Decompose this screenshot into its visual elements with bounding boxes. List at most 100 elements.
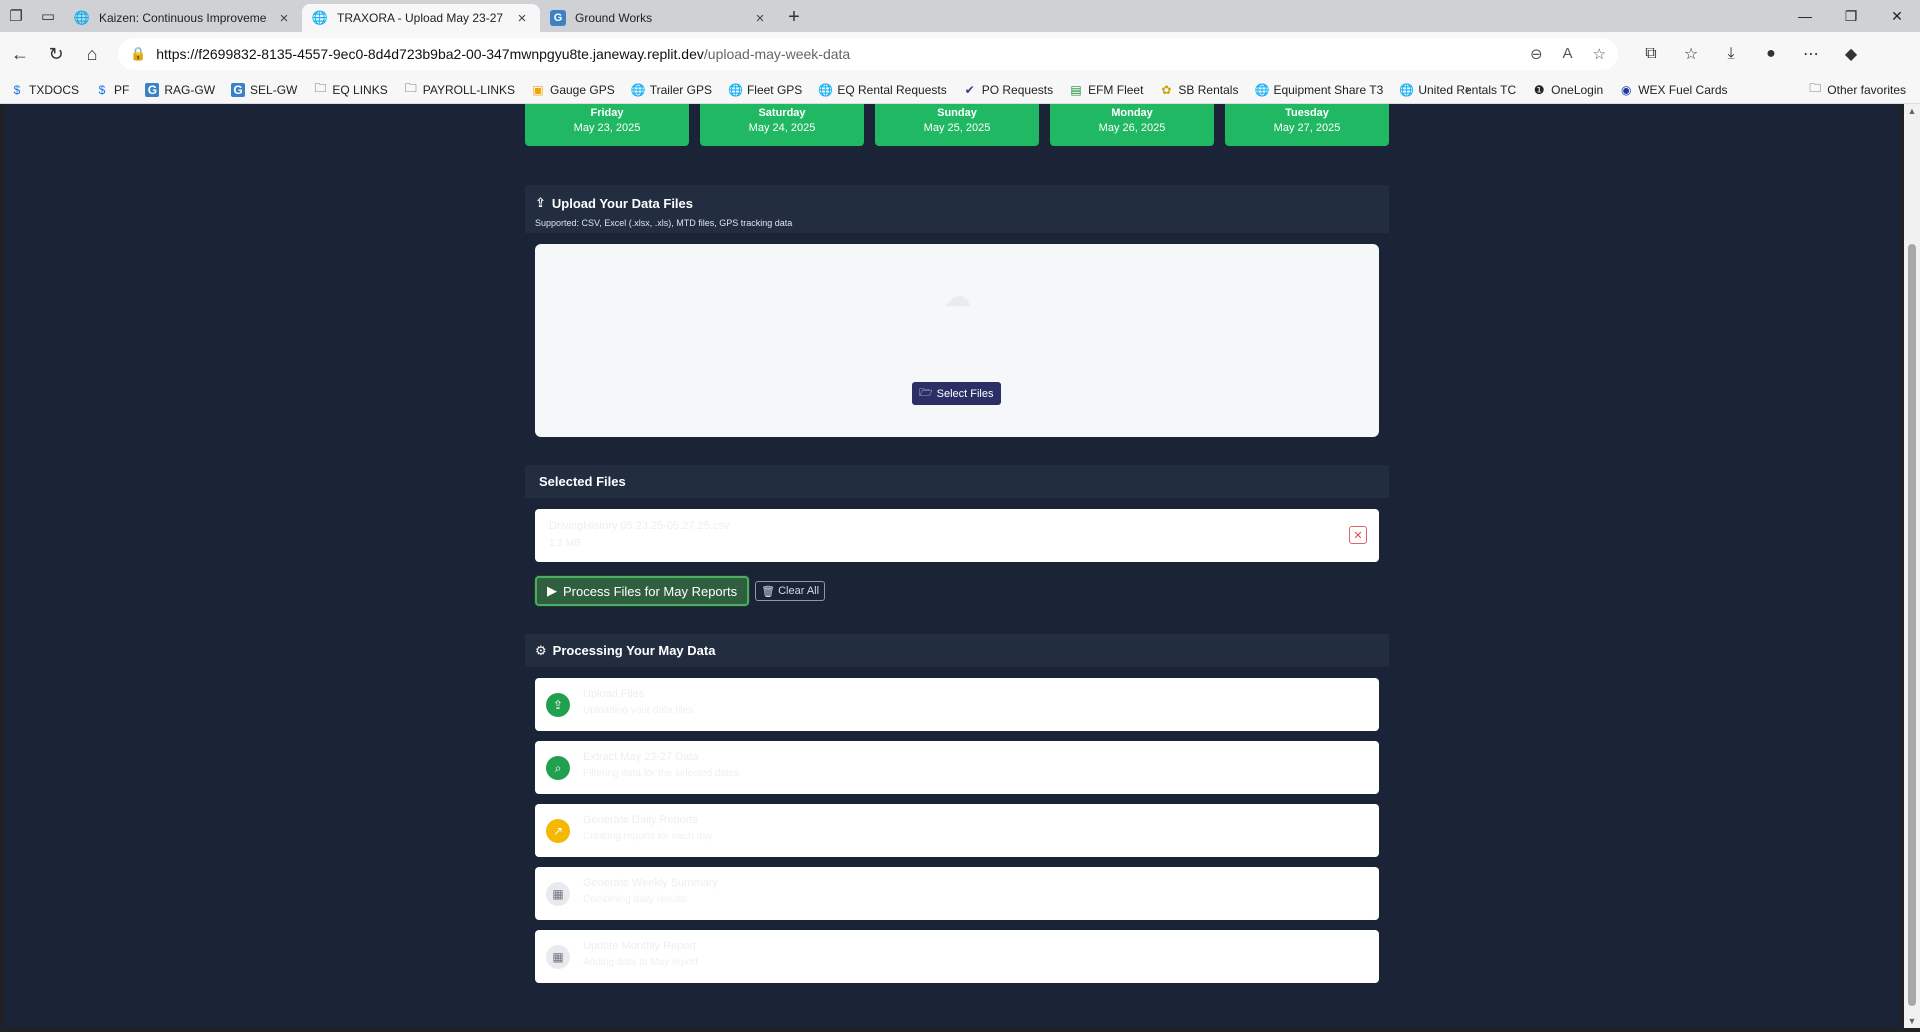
bookmark-united-rentals-tc[interactable]: 🌐 United Rentals TC [1399,83,1516,97]
tab-title: Kaizen: Continuous Improvement [99,11,267,25]
step-title: Upload Files [583,688,645,700]
more-menu-icon[interactable]: ⋯ [1792,38,1830,70]
tab-strip: ❐ ▭ 🌐 Kaizen: Continuous Improvement × 🌐… [0,0,1920,32]
bookmark-sel-gw[interactable]: G SEL-GW [231,82,297,97]
bookmark-pf[interactable]: $ PF [95,83,130,97]
processing-step: ⇪ Upload Files Uploading your data files [535,678,1379,731]
bookmark-label: TXDOCS [29,82,80,97]
day-name: Saturday [758,107,806,119]
workspaces-icon[interactable]: ❐ [0,0,32,32]
step-title: Generate Weekly Summary [583,877,718,889]
close-icon[interactable]: × [276,10,292,27]
g-icon: G [550,10,566,26]
bookmark-trailer-gps[interactable]: 🌐 Trailer GPS [631,83,712,97]
file-size: 1.2 MB [549,538,581,549]
window-controls: — ❐ ✕ [1782,0,1920,32]
day-name: Friday [590,107,624,119]
bookmark-label: Trailer GPS [649,82,712,97]
bookmark-label: OneLogin [1551,82,1604,97]
calendar-icon: ▦ [546,882,570,906]
bookmark-label: WEX Fuel Cards [1638,82,1728,97]
globe-icon: 🌐 [818,82,834,97]
gear-icon: ✿ [1161,82,1172,97]
bookmark-efm-fleet[interactable]: ▤ EFM Fleet [1069,83,1143,97]
bookmark-txdocs[interactable]: $ TXDOCS [10,83,79,97]
bookmark-label: Equipment Share T3 [1273,82,1384,97]
scroll-down-icon[interactable]: ▼ [1904,1016,1920,1026]
restore-icon[interactable]: ❐ [1828,0,1874,32]
bookmark-eq-links[interactable]: 🗀 EQ LINKS [313,79,387,100]
page-scrollbar[interactable]: ▲ ▼ [1904,104,1920,1028]
extensions-icon[interactable]: ⧉ [1632,38,1670,70]
bookmark-label: PAYROLL-LINKS [422,82,515,97]
tab-kaizen[interactable]: 🌐 Kaizen: Continuous Improvement × [64,4,302,32]
home-icon[interactable]: ⌂ [74,36,110,72]
cloud-upload-icon: ☁ [943,281,971,312]
lock-icon[interactable]: 🔒 [130,46,146,62]
file-dropzone[interactable]: ☁ 🗁 Select Files [535,244,1379,437]
select-files-button[interactable]: 🗁 Select Files [912,382,1001,405]
g-icon: G [145,82,160,97]
processing-header: ⚙ Processing Your May Data [525,634,1389,667]
day-date: May 27, 2025 [1273,122,1341,134]
read-aloud-icon[interactable]: A [1563,45,1573,63]
chevron-right-icon[interactable]: › [1465,81,1470,98]
step-title: Generate Daily Reports [583,814,698,826]
other-favorites[interactable]: 🗀 Other favorites [1809,79,1906,100]
downloads-icon[interactable]: ⤓ [1712,38,1750,70]
process-files-button[interactable]: ▶ Process Files for May Reports [535,576,750,606]
search-icon: ⌕ [546,756,570,780]
remove-file-button[interactable]: ✕ [1349,526,1367,544]
tab-ground-works[interactable]: G Ground Works × [540,4,778,32]
bookmark-label: EFM Fleet [1088,82,1144,97]
bookmark-label: Fleet GPS [746,82,803,97]
onelogin-icon: ❶ [1533,82,1545,97]
bookmark-payroll-links[interactable]: 🗀 PAYROLL-LINKS [404,79,515,100]
processing-step: ↗ Generate Daily Reports Creating report… [535,804,1379,857]
bookmark-equipment-share-t3[interactable]: 🌐 Equipment Share T3 [1254,83,1383,97]
selected-file-row: DrivingHistory 05.23.25-05.27.25.csv 1.2… [535,509,1379,562]
bookmark-fleet-gps[interactable]: 🌐 Fleet GPS [728,83,802,97]
bookmark-rag-gw[interactable]: G RAG-GW [145,82,216,97]
file-name: DrivingHistory 05.23.25-05.27.25.csv [549,520,730,532]
refresh-icon[interactable]: ↻ [38,36,74,72]
page-viewport: Friday May 23, 2025 Saturday May 24, 202… [4,104,1900,1028]
favorites-icon[interactable]: ☆ [1672,38,1710,70]
bookmark-eq-rental-requests[interactable]: 🌐 EQ Rental Requests [818,83,946,97]
play-icon: ▶ [547,583,557,598]
date-range-cards: Friday May 23, 2025 Saturday May 24, 202… [525,104,1389,146]
new-tab-button[interactable]: + [778,3,810,31]
upload-title: Upload Your Data Files [551,195,694,211]
bookmark-onelogin[interactable]: ❶ OneLogin [1532,83,1603,97]
bookmark-gauge-gps[interactable]: ▣ Gauge GPS [531,83,614,97]
processing-step: ▦ Update Monthly Report Adding data to M… [535,930,1379,983]
url-input[interactable]: 🔒 https://f2699832-8135-4557-9ec0-8d4d72… [118,38,1618,70]
step-description: Uploading your data files [583,705,694,716]
scroll-up-icon[interactable]: ▲ [1904,106,1920,116]
day-name: Tuesday [1285,107,1329,119]
close-icon[interactable]: × [514,10,530,27]
bookmark-po-requests[interactable]: ✔ PO Requests [963,83,1053,97]
favorite-star-icon[interactable]: ☆ [1593,45,1606,63]
day-card: Sunday May 25, 2025 [875,104,1039,146]
tab-actions-icon[interactable]: ▭ [32,0,64,32]
clear-all-button[interactable]: 🗑 Clear All [755,581,826,601]
step-description: Adding data to May report [583,957,699,968]
selected-files-header: Selected Files [525,465,1389,498]
profile-avatar-icon[interactable]: ● [1752,38,1790,70]
bookmark-label: RAG-GW [164,82,216,97]
zoom-icon[interactable]: ⊖ [1530,45,1543,63]
minimize-icon[interactable]: — [1782,0,1828,32]
close-window-icon[interactable]: ✕ [1874,0,1920,32]
globe-icon: 🌐 [727,82,743,97]
copilot-icon[interactable]: ◆ [1832,38,1870,70]
circle-icon: ◉ [1620,82,1632,97]
upload-icon: ⇪ [535,195,546,210]
calendar-icon: ▦ [546,945,570,969]
bookmark-wex-fuel-cards[interactable]: ◉ WEX Fuel Cards [1619,82,1728,97]
close-icon[interactable]: × [752,10,768,27]
bookmark-sb-rentals[interactable]: ✿ SB Rentals [1159,83,1238,97]
tab-traxora[interactable]: 🌐 TRAXORA - Upload May 23-27 Data × [302,4,540,32]
back-icon[interactable]: ← [2,36,38,72]
scrollbar-thumb[interactable] [1908,244,1916,1006]
